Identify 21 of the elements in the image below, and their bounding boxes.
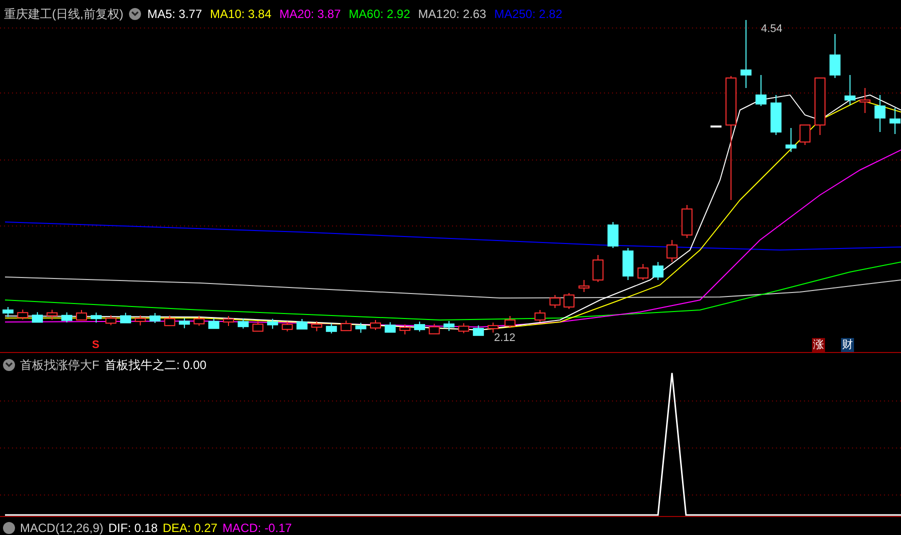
macd-reading: DIF: 0.18 — [108, 520, 158, 535]
high-price-label: 4.54 — [761, 22, 782, 37]
event-badge[interactable]: 财 — [841, 338, 854, 352]
moving-average-reading: MA60: 2.92 — [348, 6, 410, 23]
macd-title: MACD(12,26,9) — [20, 520, 104, 535]
moving-average-reading: MA20: 3.87 — [279, 6, 341, 23]
moving-average-reading: MA5: 3.77 — [147, 6, 202, 23]
signal-mark: S — [92, 338, 100, 353]
dropdown-icon[interactable] — [129, 8, 142, 20]
indicator-reading: 首板找牛之二: 0.00 — [104, 357, 206, 374]
low-price-label: 2.12 — [494, 331, 516, 346]
dropdown-icon[interactable] — [3, 359, 15, 371]
formula-name: 首板找涨停大F — [20, 357, 100, 374]
moving-average-reading: MA250: 2.82 — [494, 6, 562, 23]
dropdown-icon[interactable] — [3, 522, 15, 534]
macd-reading: DEA: 0.27 — [162, 520, 218, 535]
moving-average-reading: MA120: 2.63 — [418, 6, 486, 23]
event-badge[interactable]: 涨 — [812, 338, 825, 352]
stock-title: 重庆建工(日线,前复权) — [4, 6, 124, 23]
moving-average-reading: MA10: 3.84 — [210, 6, 272, 23]
macd-reading: MACD: -0.17 — [222, 520, 292, 535]
